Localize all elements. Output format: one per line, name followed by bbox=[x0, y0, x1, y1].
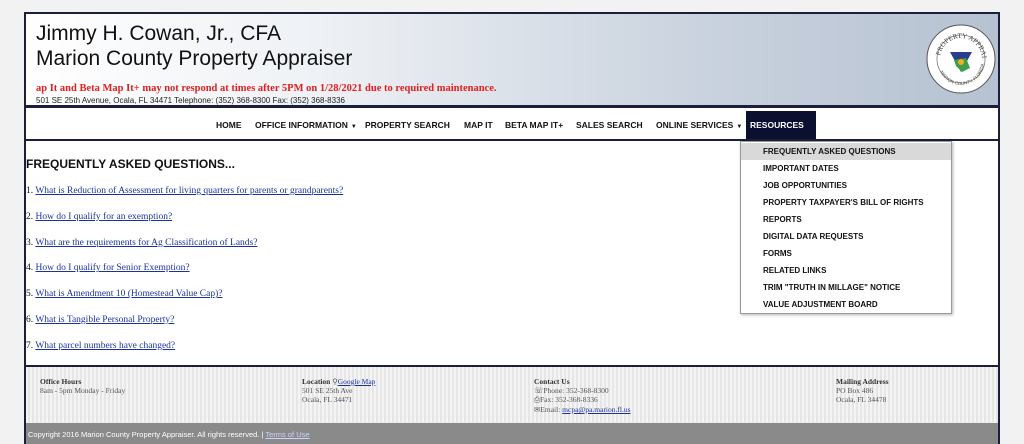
footer-location: Location ⚲Google Map 501 SE 25th Ave Oca… bbox=[302, 377, 375, 404]
nav-resources[interactable]: RESOURCES bbox=[746, 111, 816, 139]
site-footer: Office Hours 8am - 5pm Monday - Friday L… bbox=[26, 365, 998, 423]
faq-link[interactable]: What are the requirements for Ag Classif… bbox=[35, 238, 257, 248]
main-nav: HOME OFFICE INFORMATION ▼ PROPERTY SEARCH… bbox=[26, 111, 998, 141]
site-title: Marion County Property Appraiser bbox=[36, 47, 353, 70]
nav-map-it[interactable]: MAP IT bbox=[460, 111, 497, 139]
resources-dropdown-menu: FREQUENTLY ASKED QUESTIONS IMPORTANT DAT… bbox=[740, 141, 952, 314]
faq-link[interactable]: What parcel numbers have changed? bbox=[35, 341, 175, 351]
faq-item: 3. What are the requirements for Ag Clas… bbox=[26, 238, 343, 264]
faq-link[interactable]: What is Reduction of Assessment for livi… bbox=[35, 186, 343, 196]
copyright-text: Copyright 2016 Marion County Property Ap… bbox=[28, 430, 264, 439]
nav-office-information-label: OFFICE INFORMATION bbox=[255, 120, 348, 130]
menu-item-faq[interactable]: FREQUENTLY ASKED QUESTIONS bbox=[741, 143, 951, 160]
terms-of-use-link[interactable]: Terms of Use bbox=[265, 430, 309, 439]
nav-property-search[interactable]: PROPERTY SEARCH bbox=[361, 111, 454, 139]
faq-link[interactable]: What is Amendment 10 (Homestead Value Ca… bbox=[35, 289, 222, 299]
contact-phone: Phone: 352-368-8300 bbox=[543, 386, 609, 395]
faq-number: 5. bbox=[26, 289, 34, 300]
menu-item-related-links[interactable]: RELATED LINKS bbox=[741, 262, 951, 279]
nav-office-information[interactable]: OFFICE INFORMATION ▼ bbox=[251, 111, 361, 139]
faq-number: 2. bbox=[26, 211, 34, 222]
faq-item: 4. How do I qualify for Senior Exemption… bbox=[26, 263, 343, 289]
faq-link[interactable]: What is Tangible Personal Property? bbox=[35, 315, 174, 325]
contact-heading: Contact Us bbox=[534, 377, 570, 386]
menu-item-digital-data-requests[interactable]: DIGITAL DATA REQUESTS bbox=[741, 228, 951, 245]
menu-item-reports[interactable]: REPORTS bbox=[741, 211, 951, 228]
menu-item-forms[interactable]: FORMS bbox=[741, 245, 951, 262]
faq-link[interactable]: How do I qualify for an exemption? bbox=[36, 212, 173, 222]
location-city: Ocala, FL 34471 bbox=[302, 395, 353, 404]
email-link[interactable]: mcpa@pa.marion.fl.us bbox=[562, 405, 630, 414]
faq-item: 1. What is Reduction of Assessment for l… bbox=[26, 186, 343, 212]
mailing-city: Ocala, FL 34478 bbox=[836, 395, 887, 404]
menu-item-value-adjustment-board[interactable]: VALUE ADJUSTMENT BOARD bbox=[741, 296, 951, 313]
menu-item-bill-of-rights[interactable]: PROPERTY TAXPAYER'S BILL OF RIGHTS bbox=[741, 194, 951, 211]
footer-contact: Contact Us ☏Phone: 352-368-8300 ⎙Fax: 35… bbox=[534, 377, 631, 414]
contact-fax: Fax: 352-368-8336 bbox=[540, 395, 598, 404]
nav-home[interactable]: HOME bbox=[212, 111, 246, 139]
chevron-down-icon: ▼ bbox=[350, 124, 357, 130]
faq-number: 7. bbox=[26, 340, 34, 351]
office-hours-heading: Office Hours bbox=[40, 377, 82, 386]
office-address: 501 SE 25th Avenue, Ocala, FL 34471 Tele… bbox=[36, 96, 345, 105]
nav-beta-map-it[interactable]: BETA MAP IT+ bbox=[501, 111, 567, 139]
copyright-bar: Copyright 2016 Marion County Property Ap… bbox=[26, 423, 998, 444]
mailing-heading: Mailing Address bbox=[836, 377, 889, 386]
location-heading: Location bbox=[302, 377, 331, 386]
contact-email-label: Email: bbox=[540, 405, 561, 414]
menu-item-job-opportunities[interactable]: JOB OPPORTUNITIES bbox=[741, 177, 951, 194]
maintenance-alert: ap It and Beta Map It+ may not respond a… bbox=[36, 83, 497, 94]
faq-number: 1. bbox=[26, 186, 34, 196]
nav-online-services[interactable]: ONLINE SERVICES ▼ bbox=[652, 111, 746, 139]
office-hours-text: 8am - 5pm Monday - Friday bbox=[40, 386, 126, 395]
menu-item-important-dates[interactable]: IMPORTANT DATES bbox=[741, 160, 951, 177]
faq-number: 6. bbox=[26, 314, 34, 325]
google-map-link[interactable]: Google Map bbox=[338, 377, 376, 386]
faq-number: 4. bbox=[26, 263, 34, 274]
appraiser-name: Jimmy H. Cowan, Jr., CFA bbox=[36, 22, 282, 45]
faq-list: 1. What is Reduction of Assessment for l… bbox=[26, 186, 343, 367]
faq-number: 3. bbox=[26, 237, 34, 248]
menu-item-trim-notice[interactable]: TRIM "TRUTH IN MILLAGE" NOTICE bbox=[741, 279, 951, 296]
phone-icon: ☏ bbox=[534, 386, 544, 395]
faq-link[interactable]: How do I qualify for Senior Exemption? bbox=[36, 263, 190, 273]
mailing-box: PO Box 486 bbox=[836, 386, 874, 395]
faq-item: 7. What parcel numbers have changed? bbox=[26, 341, 343, 367]
footer-mailing: Mailing Address PO Box 486 Ocala, FL 344… bbox=[836, 377, 889, 404]
nav-online-services-label: ONLINE SERVICES bbox=[656, 120, 734, 130]
page: Jimmy H. Cowan, Jr., CFA Marion County P… bbox=[24, 12, 1000, 444]
footer-office-hours: Office Hours 8am - 5pm Monday - Friday bbox=[40, 377, 125, 395]
location-street: 501 SE 25th Ave bbox=[302, 386, 353, 395]
faq-item: 2. How do I qualify for an exemption? bbox=[26, 212, 343, 238]
chevron-down-icon: ▼ bbox=[736, 124, 743, 130]
faq-item: 6. What is Tangible Personal Property? bbox=[26, 315, 343, 341]
page-title: FREQUENTLY ASKED QUESTIONS... bbox=[26, 157, 235, 171]
site-header: Jimmy H. Cowan, Jr., CFA Marion County P… bbox=[26, 14, 998, 108]
faq-item: 5. What is Amendment 10 (Homestead Value… bbox=[26, 289, 343, 315]
property-appraiser-seal-icon: PROPERTY APPRAISER MARION COUNTY, FLORID… bbox=[926, 24, 996, 94]
nav-sales-search[interactable]: SALES SEARCH bbox=[572, 111, 647, 139]
